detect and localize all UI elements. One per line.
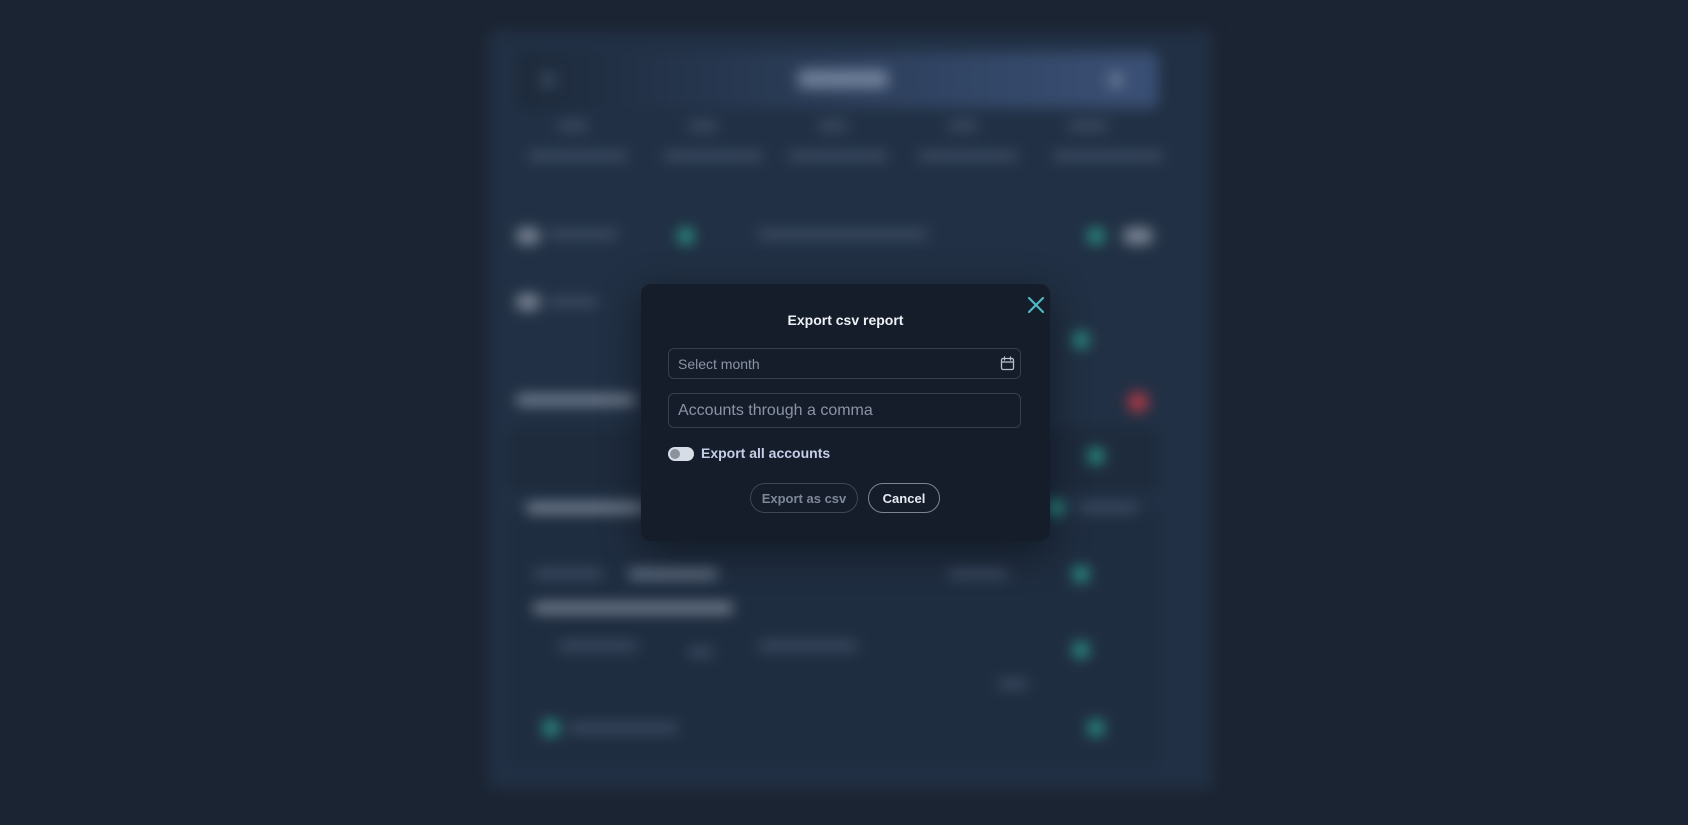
bg-line [663, 152, 763, 160]
export-csv-dialog: Export csv report Export all accounts Ex… [641, 284, 1050, 541]
bg-dot [1048, 500, 1064, 516]
month-picker-input[interactable] [668, 348, 1021, 379]
bg-dot [678, 228, 694, 244]
cancel-button[interactable]: Cancel [868, 483, 940, 513]
dialog-title: Export csv report [787, 312, 904, 328]
bg-line [526, 504, 646, 512]
bg-line [758, 230, 928, 238]
bg-title-shape [798, 70, 888, 88]
bg-line [918, 152, 1018, 160]
bg-dot [543, 720, 559, 736]
export-all-accounts-label: Export all accounts [701, 445, 831, 461]
bg-line [533, 604, 733, 612]
bg-back-icon [540, 72, 556, 88]
bg-line [788, 152, 888, 160]
close-icon [1027, 296, 1045, 314]
bg-line [628, 570, 718, 578]
toggle-knob [670, 449, 680, 459]
export-as-csv-button[interactable]: Export as csv [750, 483, 858, 513]
bg-dot [1088, 228, 1104, 244]
bg-line [558, 122, 588, 130]
bg-pill [1123, 228, 1153, 244]
bg-line [688, 122, 718, 130]
bg-dot [1088, 720, 1104, 736]
bg-line [558, 642, 638, 650]
bg-line [998, 680, 1028, 688]
bg-line [948, 122, 978, 130]
page: Export csv report Export all accounts Ex… [0, 0, 1688, 825]
bg-pill [516, 294, 540, 310]
bg-line [533, 570, 603, 578]
bg-line [948, 570, 1008, 578]
bg-search-icon [1108, 72, 1124, 88]
accounts-input[interactable] [668, 393, 1021, 428]
bg-line [818, 122, 848, 130]
bg-dot [1088, 448, 1104, 464]
bg-dot [1073, 642, 1089, 658]
bg-line [1078, 504, 1138, 512]
bg-pill [516, 228, 540, 244]
bg-line [1068, 122, 1108, 130]
bg-line [1053, 152, 1163, 160]
bg-line [528, 152, 628, 160]
bg-dot [1073, 566, 1089, 582]
bg-line [758, 642, 858, 650]
close-button[interactable] [1025, 294, 1047, 316]
calendar-icon[interactable] [1000, 356, 1015, 371]
bg-line [568, 724, 678, 732]
bg-line [548, 298, 598, 306]
bg-line [548, 230, 618, 238]
export-all-accounts-toggle[interactable] [668, 447, 694, 461]
bg-dot [1073, 332, 1089, 348]
bg-line [516, 396, 636, 404]
bg-delete-dot [1128, 392, 1148, 412]
bg-line [688, 648, 713, 656]
